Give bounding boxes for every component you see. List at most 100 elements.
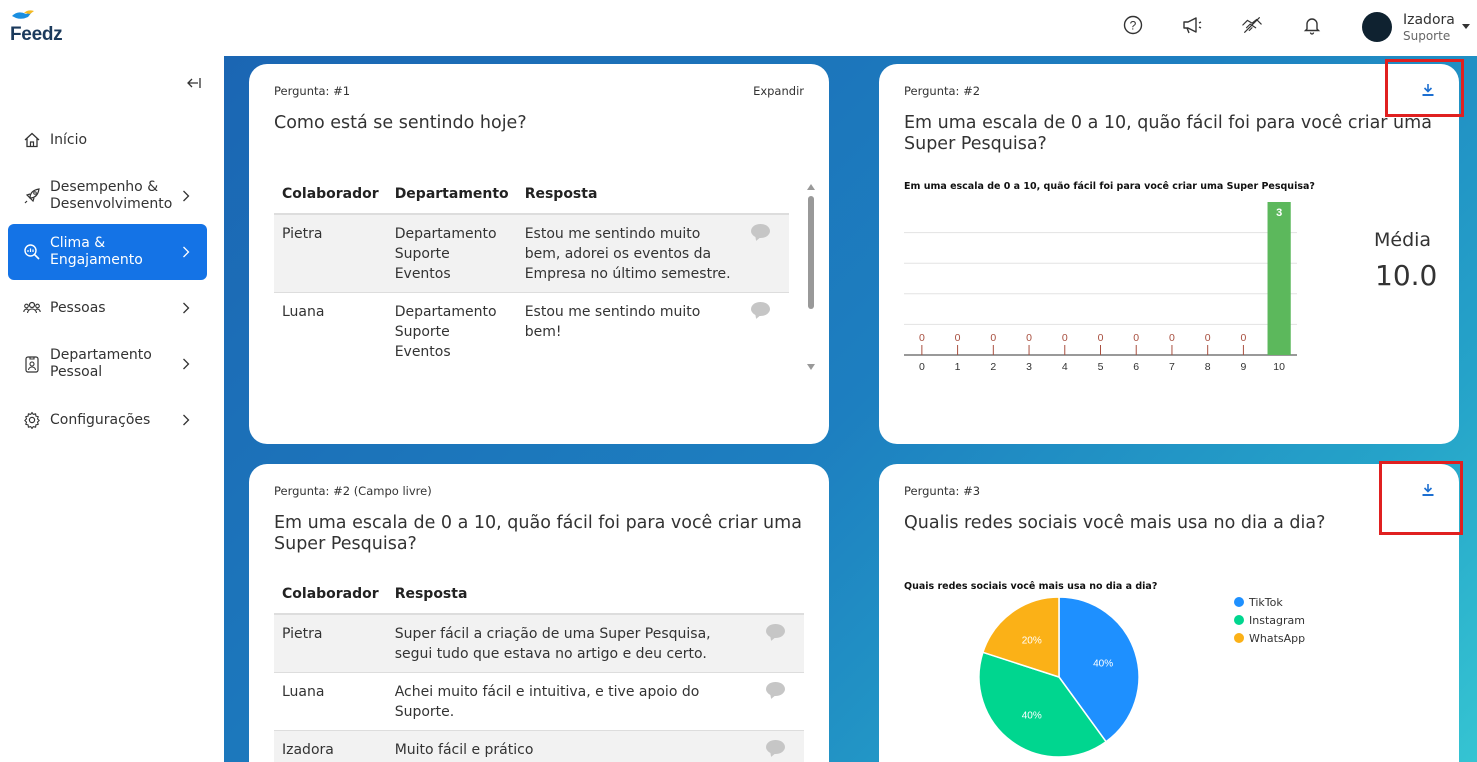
bell-icon[interactable] xyxy=(1301,14,1323,36)
expand-button[interactable]: Expandir xyxy=(753,84,804,98)
question-title: Como está se sentindo hoje? xyxy=(274,113,527,133)
badge-icon xyxy=(23,355,41,373)
collaborator-cell: Luana xyxy=(274,292,387,370)
answer-cell: Estou me sentindo muito bem, adorei os e… xyxy=(516,214,743,293)
comment-icon[interactable] xyxy=(766,740,785,754)
sidebar-item-label: Pessoas xyxy=(50,299,106,316)
data-label: 0 xyxy=(1169,332,1175,344)
main-content: Pergunta: #1 Expandir Como está se senti… xyxy=(224,56,1477,762)
x-tick-label: 5 xyxy=(1098,361,1104,373)
sidebar-item-label: Clima & Engajamento xyxy=(50,235,143,268)
top-bar: Feedz ? Izadora Suporte xyxy=(0,0,1477,56)
responses-table-viewport[interactable]: Colaborador Departamento Resposta Pietra… xyxy=(274,175,789,370)
table-row: Pietra Super fácil a criação de uma Supe… xyxy=(274,614,804,673)
x-tick-label: 4 xyxy=(1062,361,1068,373)
bar-chart: 00102030405060708090103 xyxy=(904,202,1297,373)
x-tick-label: 8 xyxy=(1205,361,1211,373)
table-scrollbar[interactable] xyxy=(806,180,816,374)
data-label: 0 xyxy=(1240,332,1246,344)
comment-icon[interactable] xyxy=(751,224,770,238)
collaborator-cell: Pietra xyxy=(274,614,387,673)
table-row: Izadora Muito fácil e prático xyxy=(274,730,804,762)
question-card-1: Pergunta: #1 Expandir Como está se senti… xyxy=(249,64,829,444)
x-tick-label: 2 xyxy=(990,361,996,373)
answer-cell: Muito fácil e prático xyxy=(386,730,758,762)
data-label: 0 xyxy=(1205,332,1211,344)
pie-legend: TikTok Instagram WhatsApp xyxy=(1234,593,1305,647)
sidebar: Início Desempenho & Desenvolvimento Clim… xyxy=(0,56,224,762)
legend-label: TikTok xyxy=(1249,595,1283,609)
chevron-right-icon xyxy=(179,246,193,258)
data-label: 0 xyxy=(1098,332,1104,344)
help-icon[interactable]: ? xyxy=(1122,14,1144,36)
sidebar-item-configuracoes[interactable]: Configurações xyxy=(8,404,207,436)
comment-icon[interactable] xyxy=(766,682,785,696)
department-cell: Departamento Suporte Eventos xyxy=(386,214,517,293)
question-title: Em uma escala de 0 a 10, quão fácil foi … xyxy=(274,513,802,554)
bar[interactable] xyxy=(1267,202,1291,355)
question-number: Pergunta: #2 (Campo livre) xyxy=(274,484,432,498)
column-header: Departamento xyxy=(386,175,517,215)
average-label: Média xyxy=(1374,229,1432,251)
sidebar-item-label: Desempenho & Desenvolvimento xyxy=(50,179,173,212)
question-title: Em uma escala de 0 a 10, quão fácil foi … xyxy=(904,113,1432,154)
data-label: 0 xyxy=(1133,332,1139,344)
sidebar-item-departamento-pessoal[interactable]: Departamento Pessoal xyxy=(8,346,207,382)
rocket-icon xyxy=(23,187,41,205)
legend-label: Instagram xyxy=(1249,613,1305,627)
responses-table: Colaborador Departamento Resposta Pietra… xyxy=(274,175,789,370)
question-number: Pergunta: #1 xyxy=(274,84,351,98)
chart-title: Quais redes sociais você mais usa no dia… xyxy=(904,581,1158,592)
question-title: Qualis redes sociais você mais usa no di… xyxy=(904,513,1326,533)
feedz-logo[interactable]: Feedz xyxy=(10,8,74,46)
department-cell: Departamento Suporte Eventos xyxy=(386,292,517,370)
x-tick-label: 7 xyxy=(1169,361,1175,373)
legend-item[interactable]: TikTok xyxy=(1234,593,1305,611)
chart-title: Em uma escala de 0 a 10, quão fácil foi … xyxy=(904,181,1315,192)
legend-item[interactable]: WhatsApp xyxy=(1234,629,1305,647)
chevron-right-icon xyxy=(179,358,193,370)
data-label: 0 xyxy=(1026,332,1032,344)
home-icon xyxy=(23,131,41,149)
chevron-right-icon xyxy=(179,302,193,314)
x-tick-label: 3 xyxy=(1026,361,1032,373)
logo-text: Feedz xyxy=(10,24,63,45)
comment-icon[interactable] xyxy=(751,302,770,316)
highlight-box xyxy=(1385,59,1464,117)
sidebar-item-clima[interactable]: Clima & Engajamento xyxy=(8,224,207,280)
collapse-sidebar-icon[interactable] xyxy=(186,76,202,94)
pie-chart: 40% 40% 20% xyxy=(978,596,1140,758)
megaphone-icon[interactable] xyxy=(1181,14,1203,36)
sidebar-item-pessoas[interactable]: Pessoas xyxy=(8,292,207,324)
data-label: 0 xyxy=(1062,332,1068,344)
user-menu-caret-icon[interactable] xyxy=(1462,24,1470,29)
comment-icon[interactable] xyxy=(766,624,785,638)
collaborator-cell: Luana xyxy=(274,672,387,731)
responses-table: Colaborador Resposta Pietra Super fácil … xyxy=(274,575,804,762)
column-header: Resposta xyxy=(516,175,743,215)
x-tick-label: 0 xyxy=(919,361,925,373)
x-tick-label: 10 xyxy=(1273,361,1285,373)
question-number: Pergunta: #3 xyxy=(904,484,981,498)
answer-cell: Estou me sentindo muito bem! xyxy=(516,292,743,370)
average-value: 10.0 xyxy=(1375,259,1438,292)
sidebar-item-inicio[interactable]: Início xyxy=(8,124,207,156)
handshake-icon[interactable] xyxy=(1241,14,1263,36)
svg-text:?: ? xyxy=(1130,19,1137,33)
data-label: 3 xyxy=(1276,207,1282,219)
highlight-box xyxy=(1379,461,1463,535)
sidebar-item-label: Departamento Pessoal xyxy=(50,347,152,380)
sidebar-item-label: Início xyxy=(50,131,88,148)
table-row: Luana Achei muito fácil e intuitiva, e t… xyxy=(274,672,804,731)
data-label: 0 xyxy=(990,332,996,344)
legend-item[interactable]: Instagram xyxy=(1234,611,1305,629)
collaborator-cell: Pietra xyxy=(274,214,387,293)
question-card-3: Pergunta: #3 Qualis redes sociais você m… xyxy=(879,464,1459,762)
table-row: Pietra Departamento Suporte Eventos Esto… xyxy=(274,214,789,293)
table-row: Luana Departamento Suporte Eventos Estou… xyxy=(274,292,789,370)
legend-swatch xyxy=(1234,633,1244,643)
x-tick-label: 6 xyxy=(1133,361,1139,373)
user-name[interactable]: Izadora xyxy=(1403,12,1455,28)
sidebar-item-desempenho[interactable]: Desempenho & Desenvolvimento xyxy=(8,178,207,214)
avatar[interactable] xyxy=(1362,12,1392,42)
